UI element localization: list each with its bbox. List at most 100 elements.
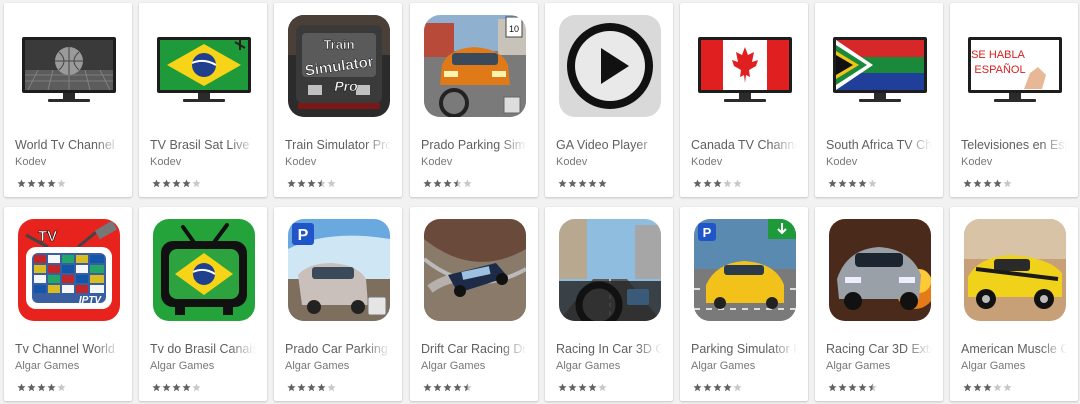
globe-tv-icon[interactable] — [18, 15, 120, 117]
app-title[interactable]: Prado Car Parking — [285, 342, 391, 356]
star-empty-icon — [57, 383, 66, 392]
app-card[interactable]: P Parking Simulator Pro Algar Games — [680, 207, 808, 401]
racing-in-car-icon[interactable] — [559, 219, 661, 321]
svg-text:Train: Train — [323, 37, 354, 52]
star-filled-icon — [973, 179, 982, 188]
brazil-retro-tv-icon[interactable] — [153, 219, 255, 321]
brazil-tv-icon[interactable] — [153, 15, 255, 117]
star-filled-icon — [423, 179, 432, 188]
star-filled-icon — [47, 383, 56, 392]
app-card[interactable]: SE HABLA ESPAÑOL Televisiones en Español… — [950, 3, 1078, 197]
app-card[interactable]: Racing In Car 3D Game Algar Games — [545, 207, 673, 401]
star-filled-icon — [588, 383, 597, 392]
star-filled-icon — [453, 383, 462, 392]
app-developer[interactable]: Kodev — [556, 156, 587, 168]
app-developer[interactable]: Kodev — [150, 156, 181, 168]
star-filled-icon — [828, 383, 837, 392]
star-empty-icon — [1003, 383, 1012, 392]
app-card[interactable]: Train Simulator Pro Train Simulator Pro … — [274, 3, 402, 197]
app-developer[interactable]: Algar Games — [826, 360, 890, 372]
star-filled-icon — [963, 383, 972, 392]
star-filled-icon — [703, 383, 712, 392]
play-button-icon[interactable] — [559, 15, 661, 117]
app-developer[interactable]: Kodev — [961, 156, 992, 168]
app-developer[interactable]: Algar Games — [15, 360, 79, 372]
app-card[interactable]: Racing Car 3D Extreme Algar Games — [815, 207, 943, 401]
star-filled-icon — [848, 383, 857, 392]
app-title[interactable]: Racing In Car 3D Game — [556, 342, 662, 356]
canada-tv-icon[interactable] — [694, 15, 796, 117]
app-title[interactable]: Televisiones en Español — [961, 138, 1067, 152]
app-card[interactable]: American Muscle Car Algar Games — [950, 207, 1078, 401]
star-half-icon — [463, 383, 472, 392]
svg-text:10: 10 — [509, 24, 519, 34]
app-title[interactable]: Drift Car Racing Driving — [421, 342, 527, 356]
parking-simulator-icon[interactable]: P — [694, 219, 796, 321]
star-filled-icon — [297, 179, 306, 188]
racing-car-3d-icon[interactable] — [829, 219, 931, 321]
app-developer[interactable]: Kodev — [15, 156, 46, 168]
app-card[interactable]: 10 Prado Parking Simulator Kodev — [410, 3, 538, 197]
app-title[interactable]: Tv Channel World — [15, 342, 121, 356]
star-filled-icon — [568, 383, 577, 392]
star-filled-icon — [317, 383, 326, 392]
app-title[interactable]: Canada TV Channels — [691, 138, 797, 152]
app-developer[interactable]: Algar Games — [556, 360, 620, 372]
app-card[interactable]: P Prado Car Parking Algar Games — [274, 207, 402, 401]
app-title[interactable]: Tv do Brasil Canais — [150, 342, 256, 356]
app-card[interactable]: South Africa TV Channels Kodev — [815, 3, 943, 197]
app-title[interactable]: Racing Car 3D Extreme — [826, 342, 932, 356]
app-developer[interactable]: Kodev — [691, 156, 722, 168]
app-card[interactable]: TV Brasil Sat Live Kodev — [139, 3, 267, 197]
app-developer[interactable]: Algar Games — [691, 360, 755, 372]
app-title[interactable]: TV Brasil Sat Live — [150, 138, 256, 152]
app-developer[interactable]: Algar Games — [961, 360, 1025, 372]
star-empty-icon — [57, 179, 66, 188]
prado-parking-icon[interactable]: 10 — [424, 15, 526, 117]
app-title[interactable]: GA Video Player — [556, 138, 662, 152]
app-card[interactable]: TV IPTV Tv Channel World Algar Games — [4, 207, 132, 401]
star-filled-icon — [443, 179, 452, 188]
train-simulator-icon[interactable]: Train Simulator Pro — [288, 15, 390, 117]
app-title[interactable]: South Africa TV Channels — [826, 138, 932, 152]
svg-text:IPTV: IPTV — [79, 295, 103, 306]
app-card[interactable]: Canada TV Channels Kodev — [680, 3, 808, 197]
app-title[interactable]: Prado Parking Simulator — [421, 138, 527, 152]
star-filled-icon — [838, 179, 847, 188]
star-rating — [287, 383, 336, 392]
star-rating — [693, 383, 742, 392]
star-empty-icon — [192, 179, 201, 188]
app-developer[interactable]: Kodev — [285, 156, 316, 168]
star-rating — [152, 179, 201, 188]
star-filled-icon — [37, 383, 46, 392]
star-filled-icon — [578, 179, 587, 188]
svg-text:P: P — [298, 227, 309, 244]
app-developer[interactable]: Algar Games — [285, 360, 349, 372]
world-flags-tv-icon[interactable]: TV IPTV — [18, 219, 120, 321]
app-title[interactable]: American Muscle Car — [961, 342, 1067, 356]
star-filled-icon — [963, 179, 972, 188]
svg-text:ESPAÑOL: ESPAÑOL — [974, 63, 1025, 76]
app-developer[interactable]: Kodev — [826, 156, 857, 168]
svg-text:P: P — [703, 225, 712, 240]
app-developer[interactable]: Kodev — [421, 156, 452, 168]
app-card[interactable]: Drift Car Racing Driving Algar Games — [410, 207, 538, 401]
app-title[interactable]: Parking Simulator Pro — [691, 342, 797, 356]
star-filled-icon — [17, 383, 26, 392]
car-parking-icon[interactable]: P — [288, 219, 390, 321]
app-developer[interactable]: Algar Games — [150, 360, 214, 372]
muscle-car-icon[interactable] — [964, 219, 1066, 321]
app-title[interactable]: World Tv Channel - Live Info — [15, 138, 121, 152]
south-africa-tv-icon[interactable] — [829, 15, 931, 117]
star-filled-icon — [983, 179, 992, 188]
app-card[interactable]: World Tv Channel - Live Info Kodev — [4, 3, 132, 197]
drift-racing-icon[interactable] — [424, 219, 526, 321]
star-empty-icon — [993, 383, 1002, 392]
app-title[interactable]: Train Simulator Pro — [285, 138, 391, 152]
star-empty-icon — [733, 383, 742, 392]
app-developer[interactable]: Algar Games — [421, 360, 485, 372]
svg-text:TV: TV — [38, 228, 57, 245]
app-card[interactable]: GA Video Player Kodev — [545, 3, 673, 197]
app-card[interactable]: Tv do Brasil Canais Algar Games — [139, 207, 267, 401]
spanish-tv-icon[interactable]: SE HABLA ESPAÑOL — [964, 15, 1066, 117]
